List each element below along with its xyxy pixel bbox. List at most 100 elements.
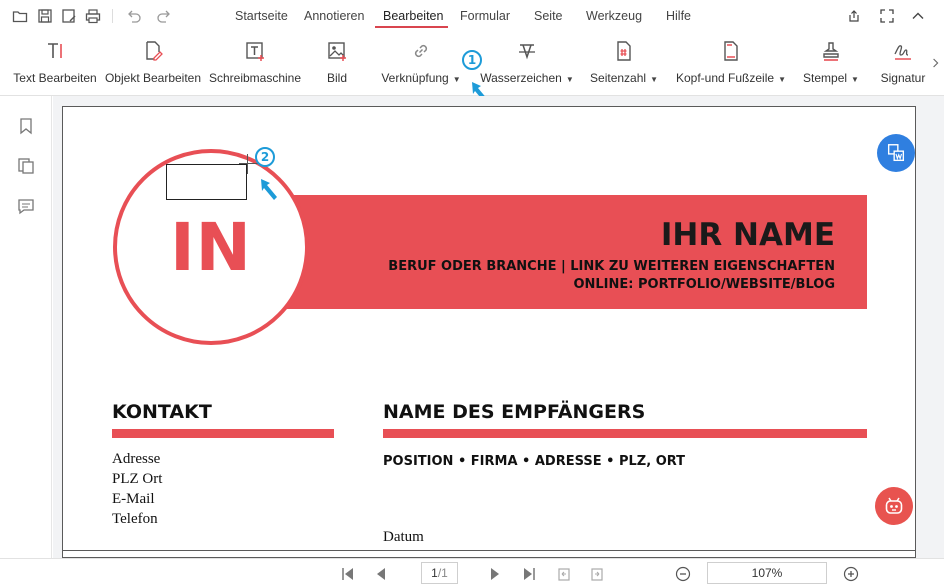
image-button[interactable]: Bild: [312, 32, 362, 94]
title-bar: Startseite Annotieren Bearbeiten Formula…: [0, 0, 944, 32]
link-button[interactable]: Verknüpfung ▼: [371, 32, 471, 94]
tab-formular[interactable]: Formular: [460, 9, 510, 23]
chevron-right-icon: [932, 58, 938, 68]
zoom-level-field[interactable]: 107%: [707, 562, 827, 584]
current-page: 1: [431, 566, 438, 580]
toolbar-divider: [112, 9, 113, 23]
chevron-down-icon: ▼: [851, 75, 859, 84]
tab-startseite[interactable]: Startseite: [235, 9, 288, 23]
tab-werkzeug[interactable]: Werkzeug: [586, 9, 642, 23]
tab-bearbeiten[interactable]: Bearbeiten: [383, 9, 443, 23]
annotation-arrow-2-icon: [261, 179, 277, 200]
comments-icon[interactable]: [16, 196, 36, 216]
status-bar: 1/1 107%: [0, 558, 944, 588]
next-page-button[interactable]: [484, 563, 506, 585]
header-footer-label-text: Kopf-und Fußzeile: [676, 71, 775, 85]
print-icon[interactable]: [84, 7, 102, 25]
object-edit-label: Objekt Bearbeiten: [104, 71, 202, 85]
undo-icon[interactable]: [125, 7, 143, 25]
page-number-label: Seitenzahl ▼: [590, 71, 658, 85]
zoom-out-icon: [675, 566, 691, 582]
contact-divider: [112, 429, 334, 438]
contact-email: E-Mail: [112, 491, 155, 507]
link-label: Verknüpfung ▼: [381, 71, 460, 85]
pdf-page[interactable]: IN IHR NAME BERUF ODER BRANCHE | LINK ZU…: [62, 106, 916, 558]
first-page-icon: [342, 568, 353, 580]
last-page-button[interactable]: [518, 563, 540, 585]
contact-address: Adresse: [112, 451, 161, 467]
rotate-right-icon: [591, 568, 603, 581]
share-icon[interactable]: [845, 7, 863, 25]
tab-seite[interactable]: Seite: [534, 9, 563, 23]
date-label: Datum: [383, 529, 424, 545]
document-workspace: IN IHR NAME BERUF ODER BRANCHE | LINK ZU…: [53, 96, 944, 558]
header-footer-label: Kopf-und Fußzeile ▼: [676, 71, 786, 85]
zoom-out-button[interactable]: [672, 563, 694, 585]
ai-assistant-button[interactable]: [875, 487, 913, 525]
zoom-in-icon: [843, 566, 859, 582]
contact-zip-city: PLZ Ort: [112, 471, 163, 487]
watermark-icon: [516, 40, 538, 62]
convert-to-word-button[interactable]: [877, 134, 915, 172]
resume-name: IHR NAME: [660, 217, 835, 253]
stamp-label-text: Stempel: [803, 71, 848, 85]
recipient-details: POSITION • FIRMA • ADRESSE • PLZ, ORT: [383, 454, 686, 469]
redo-icon[interactable]: [155, 7, 173, 25]
chevron-down-icon: ▼: [650, 75, 658, 84]
text-edit-label: Text Bearbeiten: [13, 71, 97, 85]
thumbnails-icon[interactable]: [16, 156, 36, 176]
text-edit-icon: [44, 40, 66, 62]
next-page-icon: [491, 568, 499, 580]
zoom-in-button[interactable]: [840, 563, 862, 585]
object-edit-button[interactable]: Objekt Bearbeiten: [103, 32, 203, 94]
object-edit-icon: [142, 40, 164, 62]
annotation-step-1: 1: [462, 50, 482, 70]
signature-icon: [892, 40, 914, 62]
robot-icon: [885, 497, 903, 514]
chevron-down-icon: ▼: [778, 75, 786, 84]
header-footer-icon: [720, 40, 742, 62]
first-page-button[interactable]: [337, 563, 359, 585]
rotate-left-icon: [558, 568, 570, 581]
contact-phone: Telefon: [112, 511, 158, 527]
link-area-box[interactable]: [166, 164, 247, 200]
active-tab-indicator: [375, 26, 448, 28]
stamp-label: Stempel ▼: [803, 71, 859, 85]
recipient-heading: NAME DES EMPFÄNGERS: [383, 401, 646, 423]
image-label: Bild: [326, 71, 347, 85]
image-icon: [326, 40, 348, 62]
fullscreen-icon[interactable]: [878, 7, 896, 25]
signature-button[interactable]: Signatur: [876, 32, 930, 94]
tab-annotieren[interactable]: Annotieren: [304, 9, 364, 23]
collapse-ribbon-icon[interactable]: [909, 7, 927, 25]
crosshair-cursor-vertical: [247, 154, 248, 174]
typewriter-label: Schreibmaschine: [208, 71, 302, 85]
typewriter-button[interactable]: Schreibmaschine: [206, 32, 304, 94]
left-sidebar: [0, 96, 52, 570]
resume-subtitle-line1: BERUF ODER BRANCHE | LINK ZU WEITEREN EI…: [388, 259, 835, 274]
signature-label: Signatur: [880, 71, 926, 85]
convert-word-icon: [887, 144, 905, 162]
page-number-field[interactable]: 1/1: [421, 562, 458, 584]
rotate-right-button[interactable]: [586, 563, 608, 585]
open-folder-icon[interactable]: [11, 7, 29, 25]
prev-page-button[interactable]: [370, 563, 392, 585]
zoom-value: 107%: [751, 566, 783, 580]
tab-hilfe[interactable]: Hilfe: [666, 9, 691, 23]
text-edit-button[interactable]: Text Bearbeiten: [10, 32, 100, 94]
header-footer-button[interactable]: Kopf-und Fußzeile ▼: [672, 32, 790, 94]
stamp-button[interactable]: Stempel ▼: [799, 32, 863, 94]
annotation-step-2: 2: [255, 147, 275, 167]
page-number-button[interactable]: Seitenzahl ▼: [587, 32, 661, 94]
save-icon[interactable]: [36, 7, 54, 25]
typewriter-icon: [244, 40, 266, 62]
bookmark-icon[interactable]: [16, 116, 36, 136]
rotate-left-button[interactable]: [553, 563, 575, 585]
ribbon-scroll-right[interactable]: [927, 32, 944, 94]
save-as-icon[interactable]: [60, 7, 78, 25]
stamp-icon: [820, 40, 842, 62]
chevron-down-icon: ▼: [452, 75, 461, 84]
page-number-icon: [613, 40, 635, 62]
contact-heading: KONTAKT: [112, 401, 212, 423]
link-icon: [410, 40, 432, 62]
